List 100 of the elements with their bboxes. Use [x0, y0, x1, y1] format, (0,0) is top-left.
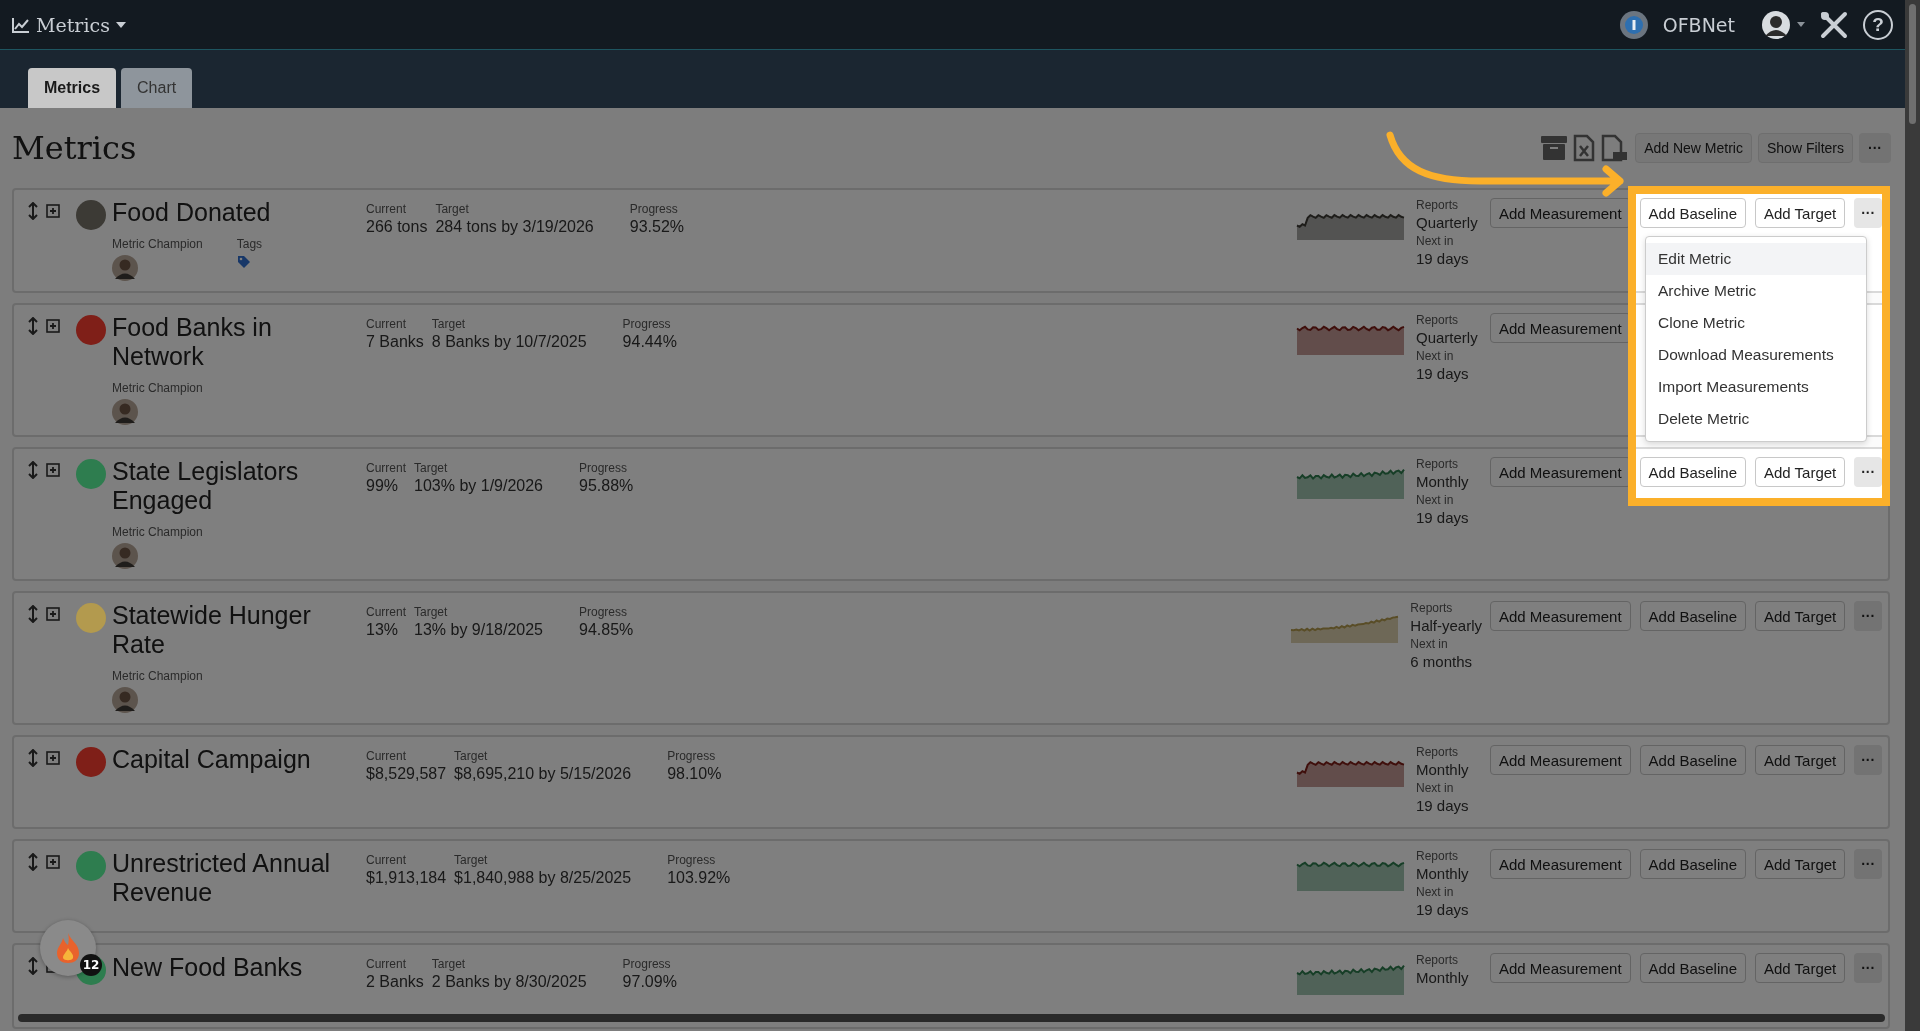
- action-button[interactable]: Add Target: [1755, 953, 1846, 983]
- action-button[interactable]: Add Measurement: [1490, 601, 1631, 631]
- action-button[interactable]: Add Baseline: [1639, 745, 1746, 775]
- field-label: Current: [366, 461, 406, 475]
- metric-name[interactable]: Unrestricted Annual Revenue: [112, 849, 340, 907]
- reorder-icon[interactable]: [28, 853, 38, 871]
- tag-icon[interactable]: [236, 255, 251, 269]
- action-button[interactable]: Add Target: [1755, 745, 1846, 775]
- user-menu-button[interactable]: [1761, 9, 1805, 40]
- more-button[interactable]: ···: [1854, 849, 1882, 879]
- report-frequency: Monthly: [1416, 968, 1470, 988]
- menu-item[interactable]: Import Measurements: [1646, 371, 1866, 403]
- current-value: 99%: [366, 476, 400, 496]
- report-frequency: Quarterly: [1416, 328, 1479, 348]
- expand-icon[interactable]: [46, 607, 60, 621]
- menu-item[interactable]: Clone Metric: [1646, 307, 1866, 339]
- field-label: Reports: [1410, 601, 1454, 615]
- org-logo-icon: [1618, 9, 1649, 40]
- field-label: Reports: [1416, 198, 1460, 212]
- progress-value: 94.44%: [622, 332, 677, 352]
- reorder-icon[interactable]: [28, 461, 38, 479]
- field-label: Current: [366, 202, 407, 216]
- field-label: Next in: [1416, 493, 1455, 507]
- menu-item[interactable]: Delete Metric: [1646, 403, 1866, 435]
- action-button[interactable]: Add Target: [1755, 198, 1846, 228]
- page-title: Metrics: [12, 129, 137, 167]
- reorder-icon[interactable]: [28, 202, 38, 220]
- metric-name[interactable]: Food Banks in Network: [112, 313, 340, 371]
- action-button[interactable]: Add Target: [1755, 457, 1846, 487]
- field-label: Target: [431, 317, 467, 331]
- reorder-icon[interactable]: [28, 957, 38, 975]
- metric-name[interactable]: New Food Banks: [112, 953, 340, 982]
- expand-icon[interactable]: [46, 751, 60, 765]
- field-label: Target: [414, 605, 449, 619]
- action-button[interactable]: Add Baseline: [1639, 601, 1746, 631]
- progress-value: 97.09%: [622, 972, 677, 992]
- metric-name[interactable]: Food Donated: [112, 198, 340, 227]
- settings-button[interactable]: [1819, 9, 1849, 40]
- field-label: Progress: [579, 461, 629, 475]
- metric-name[interactable]: Statewide Hunger Rate: [112, 601, 340, 659]
- reorder-icon[interactable]: [28, 317, 38, 335]
- reorder-icon[interactable]: [28, 605, 38, 623]
- report-frequency: Monthly: [1416, 472, 1470, 492]
- more-button[interactable]: ···: [1854, 601, 1882, 631]
- more-button[interactable]: ···: [1854, 457, 1882, 487]
- toolbar-button[interactable]: Show Filters: [1757, 133, 1853, 163]
- next-report: 19 days: [1416, 796, 1470, 816]
- pdf-file-icon[interactable]: [1601, 134, 1630, 162]
- action-button[interactable]: Add Baseline: [1639, 198, 1746, 228]
- action-button[interactable]: Add Target: [1755, 601, 1846, 631]
- field-label: Metric Champion: [112, 237, 203, 251]
- archive-icon[interactable]: [1541, 136, 1568, 160]
- expand-icon[interactable]: [46, 463, 60, 477]
- field-label: Progress: [667, 749, 717, 763]
- current-value: $1,913,184: [366, 868, 447, 888]
- more-button[interactable]: ···: [1854, 198, 1882, 228]
- action-button[interactable]: Add Target: [1755, 849, 1846, 879]
- action-button[interactable]: Add Measurement: [1490, 313, 1631, 343]
- progress-value: 103.92%: [667, 868, 731, 888]
- help-button[interactable]: ?: [1863, 9, 1893, 40]
- action-button[interactable]: Add Measurement: [1490, 745, 1631, 775]
- more-button[interactable]: ···: [1859, 133, 1891, 163]
- field-label: Next in: [1416, 234, 1455, 248]
- action-button[interactable]: Add Measurement: [1490, 953, 1631, 983]
- expand-icon[interactable]: [46, 319, 60, 333]
- caret-icon: [1797, 22, 1805, 27]
- reorder-icon[interactable]: [28, 749, 38, 767]
- menu-item[interactable]: Download Measurements: [1646, 339, 1866, 371]
- more-button[interactable]: ···: [1854, 953, 1882, 983]
- menu-item[interactable]: Edit Metric: [1646, 243, 1866, 275]
- target-value: 8 Banks by 10/7/2025: [431, 332, 587, 352]
- field-label: Current: [366, 317, 407, 331]
- field-label: Target: [454, 853, 489, 867]
- user-avatar-icon: [1761, 9, 1791, 40]
- field-label: Current: [366, 605, 406, 619]
- menu-item[interactable]: Archive Metric: [1646, 275, 1866, 307]
- action-button[interactable]: Add Baseline: [1639, 849, 1746, 879]
- org-name: OFBNet: [1662, 13, 1735, 36]
- spreadsheet-file-icon[interactable]: [1573, 134, 1596, 162]
- progress-value: 94.85%: [579, 620, 634, 640]
- app-menu-button[interactable]: Metrics: [12, 13, 126, 36]
- action-button[interactable]: Add Baseline: [1639, 457, 1746, 487]
- current-value: 13%: [366, 620, 400, 640]
- more-button[interactable]: ···: [1854, 745, 1882, 775]
- expand-icon[interactable]: [46, 204, 60, 218]
- metric-name[interactable]: Capital Campaign: [112, 745, 340, 774]
- tab[interactable]: Metrics: [28, 68, 117, 108]
- action-button[interactable]: Add Baseline: [1639, 953, 1746, 983]
- field-label: Next in: [1416, 781, 1455, 795]
- metric-name[interactable]: State Legislators Engaged: [112, 457, 340, 515]
- action-button[interactable]: Add Measurement: [1490, 457, 1631, 487]
- avatar: [112, 255, 138, 281]
- expand-icon[interactable]: [46, 855, 60, 869]
- action-button[interactable]: Add Measurement: [1490, 849, 1631, 879]
- vertical-scrollbar[interactable]: [1905, 0, 1920, 1031]
- tab[interactable]: Chart: [121, 68, 193, 108]
- field-label: Current: [366, 749, 407, 763]
- toolbar-button[interactable]: Add New Metric: [1635, 133, 1752, 163]
- action-button[interactable]: Add Measurement: [1490, 198, 1631, 228]
- field-label: Progress: [622, 317, 672, 331]
